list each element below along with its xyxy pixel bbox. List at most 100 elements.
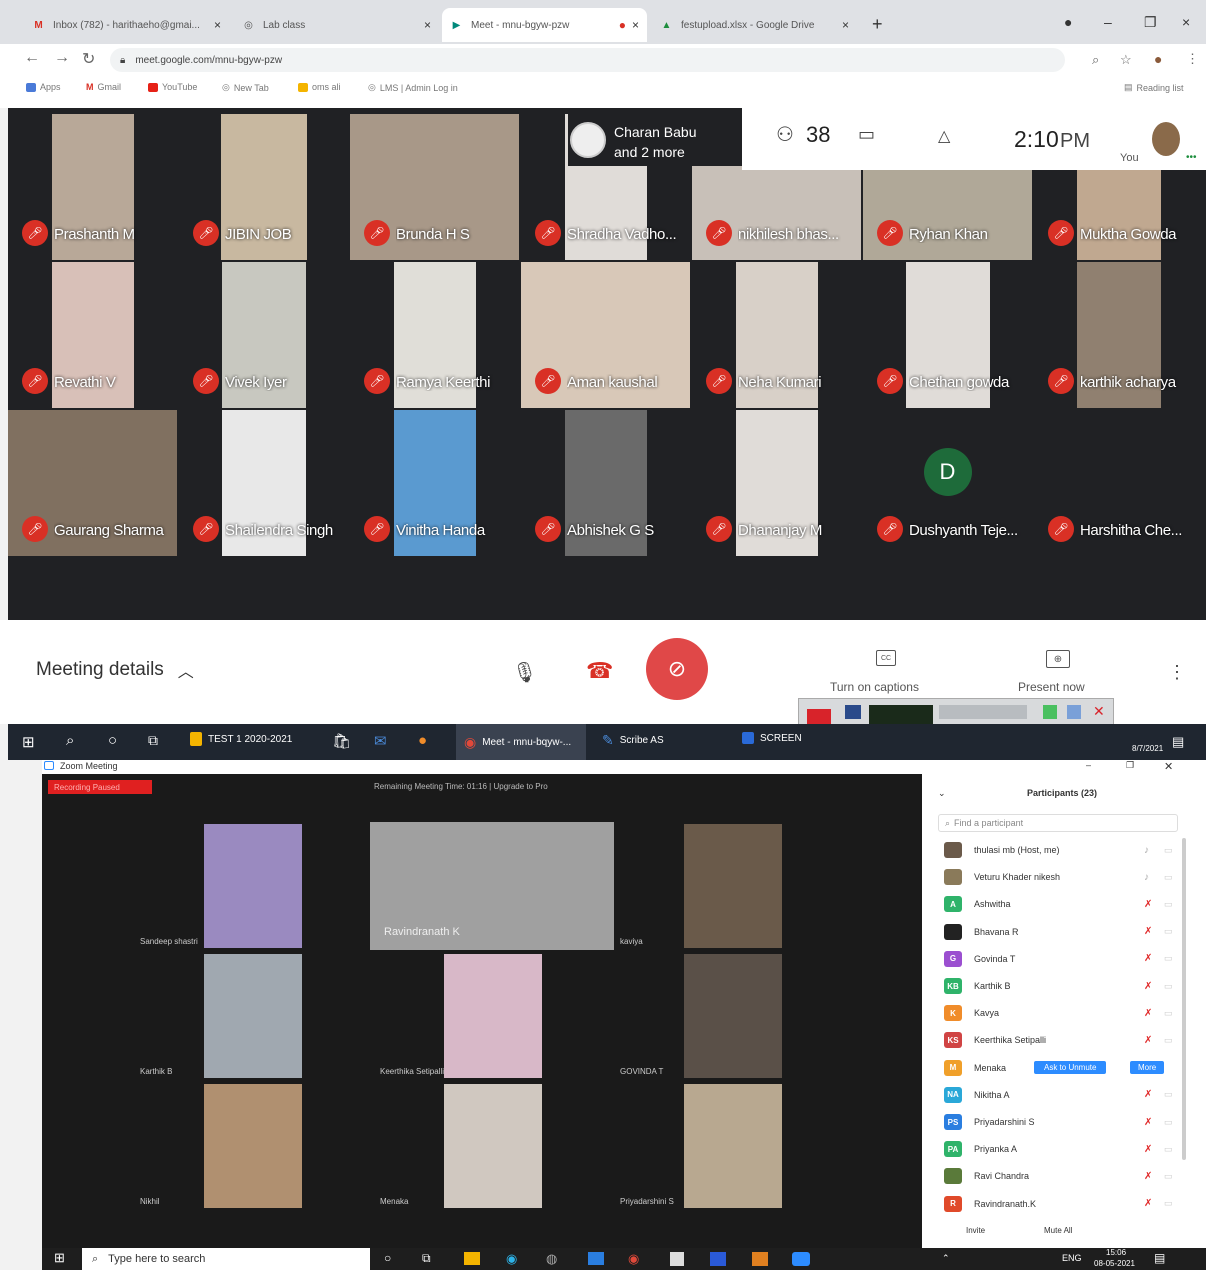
taskbar-item[interactable]: ✎ Scribe AS <box>602 732 664 749</box>
home-icon[interactable] <box>845 705 861 719</box>
reload-icon[interactable]: ↻ <box>82 49 95 69</box>
camera-icon[interactable]: ▭ <box>1164 926 1173 937</box>
reading-list[interactable]: ▤ Reading list <box>1124 82 1184 93</box>
participant-row[interactable]: NA Nikitha A ✗ ▭ <box>944 1083 1184 1107</box>
participant-tile[interactable]: 🎤︎ Revathi V <box>8 262 177 408</box>
close-icon[interactable]: × <box>632 18 639 32</box>
tray-up-icon[interactable]: ⌃ <box>942 1253 950 1264</box>
file-icon[interactable] <box>670 1252 684 1266</box>
participant-tile[interactable]: 🎤︎ Aman kaushal <box>521 262 690 408</box>
participant-row[interactable]: M Menaka Ask to Unmute More <box>944 1056 1184 1080</box>
cortana-icon[interactable]: ○ <box>108 732 117 749</box>
tab-gmail[interactable]: M Inbox (782) - harithaeho@gmai... × <box>24 8 229 42</box>
participant-row[interactable]: PA Priyanka A ✗ ▭ <box>944 1137 1184 1161</box>
mic-off-icon[interactable]: ✗ <box>1144 1144 1152 1155</box>
bookmark-lms[interactable]: ◎ LMS | Admin Log in <box>368 82 458 93</box>
participant-tile[interactable]: 🎤︎ Abhishek G S <box>521 410 690 556</box>
mail-icon[interactable] <box>588 1252 604 1265</box>
task-view-icon[interactable]: ⧉ <box>422 1251 431 1266</box>
zoom-participant-tile[interactable]: Sandeep shastri <box>140 824 302 948</box>
edge-icon[interactable]: ◉ <box>506 1251 517 1267</box>
participant-row[interactable]: Ravi Chandra ✗ ▭ <box>944 1164 1184 1188</box>
search-icon[interactable]: ⌕ <box>66 732 74 749</box>
profile-circle-icon[interactable]: ● <box>1064 14 1072 30</box>
scrollbar[interactable] <box>1182 838 1186 1160</box>
participant-tile[interactable]: 🎤︎ karthik acharya <box>1034 262 1203 408</box>
outlook-icon[interactable] <box>710 1252 726 1266</box>
participant-row[interactable]: Veturu Khader nikesh ♪ ▭ <box>944 865 1184 889</box>
firefox-icon[interactable]: ● <box>418 732 427 749</box>
close-icon[interactable]: × <box>424 18 431 32</box>
windows-icon[interactable]: ⊞ <box>54 1250 65 1266</box>
camera-icon[interactable]: ▭ <box>1164 1089 1173 1100</box>
camera-off-button[interactable]: ⊘ <box>646 638 708 700</box>
more-options-icon[interactable]: ⋮ <box>1168 662 1186 683</box>
notifications-icon[interactable]: ▤ <box>1172 734 1184 750</box>
mic-off-icon[interactable]: ✗ <box>1144 1008 1152 1019</box>
participant-tile[interactable]: 🎤︎ Chethan gowda <box>863 262 1032 408</box>
tool-icon[interactable] <box>1067 705 1081 719</box>
minimize-icon[interactable]: – <box>1086 760 1091 770</box>
participant-tile[interactable]: 🎤︎ Prashanth M <box>8 114 177 260</box>
forward-icon[interactable]: → <box>54 49 70 67</box>
bookmark-youtube[interactable]: YouTube <box>148 82 197 92</box>
taskbar-item[interactable]: SCREEN <box>742 732 802 744</box>
task-view-icon[interactable]: ⧉ <box>148 732 158 749</box>
self-avatar[interactable] <box>1152 122 1180 156</box>
participant-tile[interactable]: 🎤︎ Neha Kumari <box>692 262 861 408</box>
tab-drive[interactable]: ▲ festupload.xlsx - Google Drive × <box>652 8 857 42</box>
participant-tile[interactable]: 🎤︎ Ramya Keerthi <box>350 262 519 408</box>
participant-tile[interactable]: 🎤︎ JIBIN JOB <box>179 114 348 260</box>
participant-tile[interactable]: 🎤︎ Vinitha Handa <box>350 410 519 556</box>
camera-icon[interactable]: ▭ <box>1164 872 1173 883</box>
mic-icon[interactable]: ♪ <box>1144 872 1149 883</box>
chrome-icon[interactable]: ◉ <box>628 1251 639 1267</box>
close-icon[interactable]: ✕ <box>1093 703 1105 720</box>
camera-icon[interactable]: ▭ <box>1164 1008 1173 1019</box>
camera-icon[interactable]: ▭ <box>1164 845 1173 856</box>
meeting-details-button[interactable]: Meeting details ︿ <box>36 658 194 682</box>
zoom-participant-tile[interactable]: Priyadarshini S <box>620 1084 782 1208</box>
ask-to-unmute-button[interactable]: Ask to Unmute <box>1034 1061 1107 1075</box>
camera-icon[interactable]: ▭ <box>1164 1144 1173 1155</box>
camera-icon[interactable]: ▭ <box>1164 1035 1173 1046</box>
back-icon[interactable]: ← <box>24 49 40 67</box>
notifications-icon[interactable]: ▤ <box>1154 1251 1165 1265</box>
participant-row[interactable]: PS Priyadarshini S ✗ ▭ <box>944 1110 1184 1134</box>
bookmark-gmail[interactable]: M Gmail <box>86 82 121 92</box>
present-icon[interactable]: ⊕ <box>1046 650 1070 668</box>
zoom-participant-tile[interactable]: kaviya <box>620 824 782 948</box>
participant-row[interactable]: thulasi mb (Host, me) ♪ ▭ <box>944 838 1184 862</box>
zoom-participant-tile[interactable]: GOVINDA T <box>620 954 782 1078</box>
chat-icon[interactable]: ▭ <box>858 124 875 145</box>
taskbar-item-chrome[interactable]: ◉ Meet - mnu-bqyw-... <box>456 724 586 760</box>
participant-tile[interactable]: 🎤︎ Dhananjay M <box>692 410 861 556</box>
star-icon[interactable]: ☆ <box>1120 52 1132 68</box>
participant-tile[interactable]: 🎤︎ Brunda H S <box>350 114 519 260</box>
participant-tile[interactable]: 🎤︎ Harshitha Che... <box>1034 410 1203 556</box>
cortana-icon[interactable]: ○ <box>384 1251 391 1265</box>
camera-icon[interactable]: ▭ <box>1164 899 1173 910</box>
avatar[interactable]: ● <box>1154 51 1162 67</box>
zoom-participant-tile[interactable]: Keerthika Setipalli <box>380 954 542 1078</box>
participant-tile[interactable]: 🎤︎ Shailendra Singh <box>179 410 348 556</box>
tab-lab-class[interactable]: ◎ Lab class × <box>234 8 439 42</box>
bookmark-oms[interactable]: oms ali <box>298 82 341 92</box>
participant-row[interactable]: A Ashwitha ✗ ▭ <box>944 892 1184 916</box>
mic-off-icon[interactable]: ✗ <box>1144 981 1152 992</box>
bookmark-new-tab[interactable]: ◎ New Tab <box>222 82 269 93</box>
mic-off-icon[interactable]: ✗ <box>1144 1089 1152 1100</box>
participant-row[interactable]: K Kavya ✗ ▭ <box>944 1001 1184 1025</box>
close-icon[interactable]: × <box>842 18 849 32</box>
participant-tile[interactable]: 🎤︎ Vivek Iyer <box>179 262 348 408</box>
taskbar-search-input[interactable]: ⌕ Type here to search <box>82 1248 370 1270</box>
taskbar-item[interactable]: TEST 1 2020-2021 <box>190 732 292 746</box>
app-icon[interactable] <box>752 1252 768 1266</box>
mic-off-icon[interactable]: ✗ <box>1144 1035 1152 1046</box>
participant-row[interactable]: KB Karthik B ✗ ▭ <box>944 974 1184 998</box>
participant-row[interactable]: G Govinda T ✗ ▭ <box>944 947 1184 971</box>
microphone-icon[interactable]: 🎙︎ <box>512 660 537 685</box>
people-icon[interactable]: ⚇ <box>776 122 794 147</box>
mic-icon[interactable]: ♪ <box>1144 845 1149 856</box>
zoom-icon[interactable]: ⌕ <box>1092 52 1099 68</box>
